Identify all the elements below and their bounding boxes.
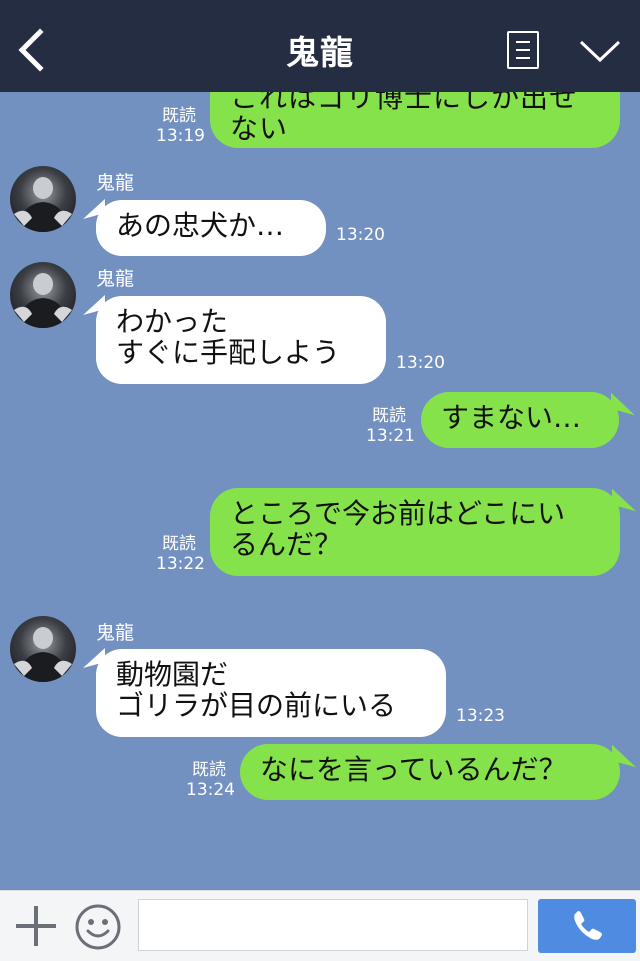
message-text: なにを言っているんだ？	[260, 753, 567, 786]
message-time: 13:21	[366, 426, 415, 446]
read-receipt: 既読 13:22	[156, 534, 205, 574]
message-bubble-incoming[interactable]: わかった すぐに手配しよう	[96, 296, 386, 384]
add-attachment-button[interactable]	[14, 904, 58, 948]
chat-title: 鬼龍	[286, 33, 354, 72]
read-receipt: 既読 13:24	[186, 760, 235, 800]
sender-name: 鬼龍	[96, 172, 135, 194]
avatar[interactable]	[10, 166, 76, 232]
message-text: 動物園だ ゴリラが目の前にいる	[116, 658, 397, 722]
message-bubble-incoming[interactable]: 動物園だ ゴリラが目の前にいる	[96, 649, 446, 737]
message-text: あの忠犬か…	[116, 209, 285, 242]
message-text: ところで今お前はどこにい るんだ？	[230, 497, 566, 561]
read-label: 既読	[162, 534, 196, 554]
sender-name: 鬼龍	[96, 622, 135, 644]
notes-button[interactable]	[507, 31, 539, 69]
notes-icon-line	[516, 49, 530, 51]
read-receipt: 既読 13:19	[156, 106, 205, 146]
avatar-image	[14, 177, 72, 232]
message-bubble-incoming[interactable]: あの忠犬か…	[96, 200, 326, 256]
emoji-button[interactable]	[74, 903, 122, 951]
avatar[interactable]	[10, 262, 76, 328]
notes-icon-line	[516, 57, 530, 59]
avatar-image	[14, 627, 72, 682]
notes-icon	[516, 41, 530, 43]
message-text: これはゴリ博士にしか出せない	[230, 92, 579, 145]
message-time: 13:22	[156, 554, 205, 574]
message-time: 13:20	[336, 225, 385, 245]
call-button[interactable]	[538, 899, 636, 953]
read-receipt: 既読 13:21	[366, 406, 415, 446]
sender-name: 鬼龍	[96, 268, 135, 290]
message-bubble-outgoing[interactable]: これはゴリ博士にしか出せない	[210, 92, 620, 148]
chat-header: 鬼龍	[0, 0, 640, 92]
smiley-icon	[75, 904, 121, 950]
input-bar	[0, 890, 640, 961]
message-text: すまない…	[441, 401, 582, 434]
read-label: 既読	[192, 760, 226, 780]
read-label: 既読	[162, 106, 196, 126]
menu-toggle-button[interactable]	[578, 38, 622, 66]
message-input[interactable]	[138, 899, 528, 951]
message-time: 13:20	[396, 353, 445, 373]
message-text: わかった すぐに手配しよう	[116, 305, 341, 369]
chevron-down-icon	[579, 40, 621, 63]
avatar[interactable]	[10, 616, 76, 682]
message-time: 13:23	[456, 706, 505, 726]
message-time: 13:19	[156, 126, 205, 146]
message-bubble-outgoing[interactable]: すまない…	[421, 392, 619, 448]
read-label: 既読	[372, 406, 406, 426]
avatar-image	[14, 273, 72, 328]
chat-area[interactable]: 既読 13:19 これはゴリ博士にしか出せない 鬼龍 あの忠犬か… 13:20 …	[0, 92, 640, 890]
message-time: 13:24	[186, 780, 235, 800]
message-bubble-outgoing[interactable]: なにを言っているんだ？	[240, 744, 620, 800]
message-bubble-outgoing[interactable]: ところで今お前はどこにい るんだ？	[210, 488, 620, 576]
phone-icon	[574, 911, 602, 940]
